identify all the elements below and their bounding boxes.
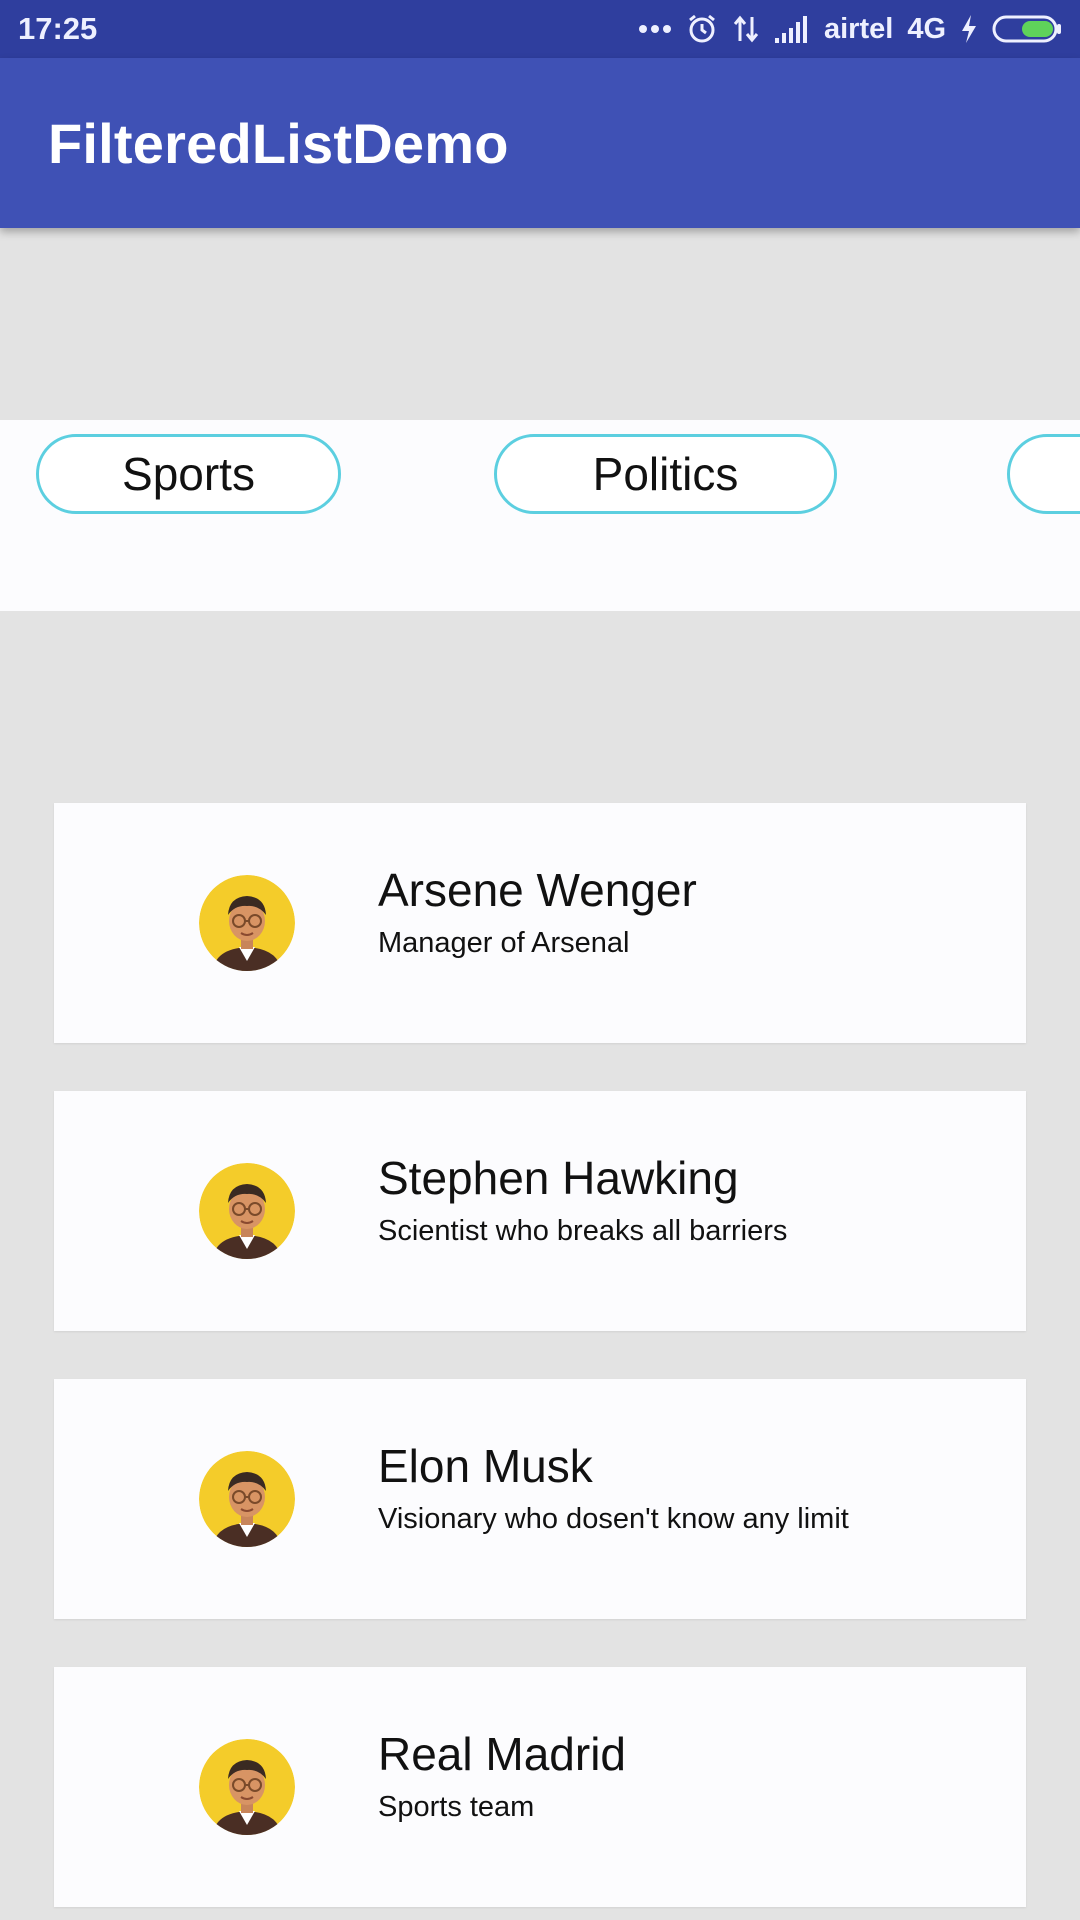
battery-icon xyxy=(992,14,1062,44)
filter-chip-bar[interactable]: Sports Politics xyxy=(0,420,1080,611)
more-dots-icon xyxy=(638,23,672,35)
list-item[interactable]: Stephen Hawking Scientist who breaks all… xyxy=(54,1091,1026,1331)
item-subtitle: Visionary who dosen't know any limit xyxy=(378,1503,849,1535)
app-title: FilteredListDemo xyxy=(48,111,509,175)
list-item[interactable]: Elon Musk Visionary who dosen't know any… xyxy=(54,1379,1026,1619)
filter-chip-politics[interactable]: Politics xyxy=(494,434,837,514)
item-subtitle: Sports team xyxy=(378,1791,535,1823)
avatar xyxy=(199,1451,295,1547)
list-item[interactable]: Real Madrid Sports team xyxy=(54,1667,1026,1907)
status-icons: airtel 4G xyxy=(638,13,1062,46)
network-label: 4G xyxy=(907,12,946,45)
app-bar: FilteredListDemo xyxy=(0,58,1080,228)
list-item[interactable]: Arsene Wenger Manager of Arsenal xyxy=(54,803,1026,1043)
status-bar: 17:25 airtel 4G xyxy=(0,0,1080,58)
filter-chip-partial[interactable] xyxy=(1007,434,1080,514)
avatar xyxy=(199,1739,295,1835)
avatar xyxy=(199,875,295,971)
signal-bars-icon xyxy=(774,14,810,44)
item-subtitle: Manager of Arsenal xyxy=(378,927,630,959)
avatar xyxy=(199,1163,295,1259)
item-title: Stephen Hawking xyxy=(378,1152,739,1204)
filter-chip-sports[interactable]: Sports xyxy=(36,434,341,514)
data-arrows-icon xyxy=(732,13,760,45)
alarm-clock-icon xyxy=(686,13,718,45)
status-time: 17:25 xyxy=(18,11,98,46)
charging-bolt-icon xyxy=(960,14,978,44)
item-title: Arsene Wenger xyxy=(378,864,697,916)
item-title: Elon Musk xyxy=(378,1440,593,1492)
item-title: Real Madrid xyxy=(378,1728,626,1780)
carrier-label: airtel xyxy=(823,12,894,45)
item-subtitle: Scientist who breaks all barriers xyxy=(378,1215,788,1247)
